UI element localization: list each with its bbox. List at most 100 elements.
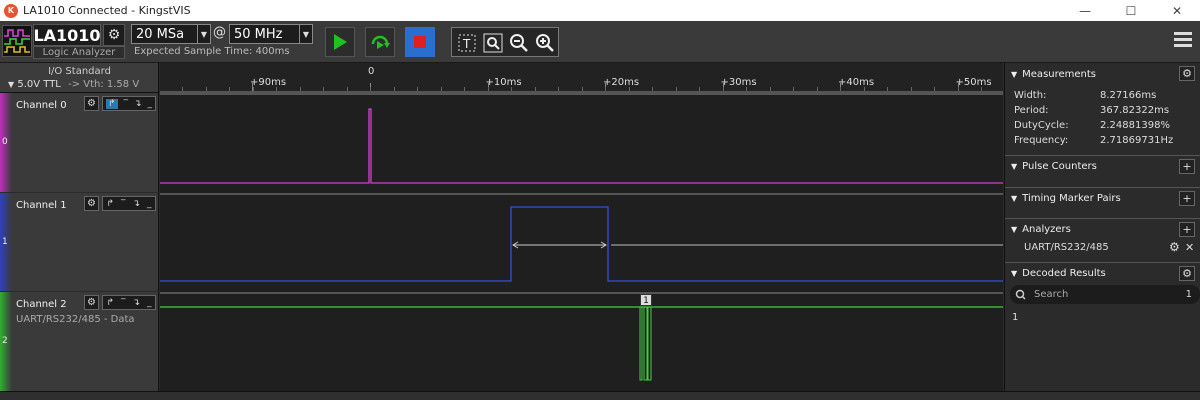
decoded-gear-icon[interactable]: ⚙ bbox=[1179, 266, 1195, 281]
io-voltage-select[interactable]: ▼ 5.0V TTL -> Vth: 1.58 V bbox=[8, 79, 139, 90]
ruler-minor-tick bbox=[534, 87, 536, 91]
timing-markers-header[interactable]: ▼ Timing Marker Pairs + bbox=[1005, 187, 1200, 209]
measurement-label: Width: bbox=[1014, 90, 1047, 101]
sample-depth-select[interactable]: 20 MSa ▼ bbox=[131, 24, 211, 44]
add-icon[interactable]: + bbox=[1179, 159, 1195, 174]
channel-gear-icon[interactable]: ⚙ bbox=[84, 295, 99, 310]
ruler-minor-tick bbox=[299, 87, 301, 91]
ruler-label: +10ms bbox=[485, 77, 522, 88]
menu-hamburger-icon[interactable] bbox=[1174, 32, 1192, 48]
repeat-play-icon bbox=[371, 35, 390, 49]
close-icon[interactable]: ✕ bbox=[1154, 0, 1200, 21]
sample-rate-value: 50 MHz bbox=[234, 26, 283, 42]
minimize-icon[interactable]: — bbox=[1062, 0, 1108, 21]
stop-icon bbox=[414, 36, 426, 48]
analyzer-label: UART/RS232/485 - Data bbox=[16, 314, 135, 325]
text-mode-icon[interactable]: T bbox=[456, 32, 478, 54]
collapse-triangle-icon[interactable]: ▼ bbox=[1011, 70, 1017, 79]
analyzers-header[interactable]: ▼ Analyzers + bbox=[1005, 218, 1200, 240]
ruler-label: +50ms bbox=[955, 77, 992, 88]
analyzer-gear-icon[interactable]: ⚙ bbox=[1169, 240, 1180, 254]
low-level-icon[interactable]: _ bbox=[147, 298, 152, 308]
ruler-minor-tick bbox=[934, 87, 935, 91]
ruler-minor-tick bbox=[393, 87, 395, 91]
search-icon bbox=[1015, 289, 1026, 300]
collapse-triangle-icon[interactable]: ▼ bbox=[1011, 269, 1017, 278]
analyzer-item[interactable]: UART/RS232/485 ⚙ ✕ bbox=[1005, 240, 1200, 258]
ruler-minor-tick bbox=[417, 87, 418, 91]
device-name[interactable]: LA1010 bbox=[33, 24, 101, 46]
device-settings-gear-icon[interactable]: ⚙ bbox=[103, 24, 125, 46]
trigger-selector[interactable]: ↱ ‾ ↴ _ bbox=[102, 295, 156, 310]
horizontal-scrollbar[interactable] bbox=[0, 391, 1200, 400]
falling-edge-icon[interactable]: ↴ bbox=[134, 99, 142, 109]
channel-name: Channel 2 bbox=[16, 299, 67, 310]
rising-edge-icon[interactable]: ↱ bbox=[105, 98, 118, 109]
maximize-icon[interactable]: ☐ bbox=[1108, 0, 1154, 21]
pulse-counters-title: Pulse Counters bbox=[1022, 161, 1097, 172]
repeat-start-button[interactable] bbox=[365, 27, 395, 57]
ruler-minor-tick bbox=[769, 87, 771, 91]
stop-button[interactable] bbox=[405, 27, 435, 57]
channel-index: 1 bbox=[2, 237, 8, 247]
ruler-minor-tick bbox=[370, 87, 371, 91]
high-level-icon[interactable]: ‾ bbox=[121, 298, 126, 308]
low-level-icon[interactable]: _ bbox=[147, 199, 152, 209]
falling-edge-icon[interactable]: ↴ bbox=[132, 199, 140, 209]
zoom-fit-icon[interactable] bbox=[482, 32, 504, 54]
ruler-minor-tick bbox=[722, 87, 724, 91]
zoom-out-icon[interactable] bbox=[508, 32, 530, 54]
collapse-triangle-icon[interactable]: ▼ bbox=[1011, 162, 1017, 171]
ruler-minor-tick bbox=[252, 87, 254, 91]
channel-0-header[interactable]: 0 Channel 0 ⚙ ↱ ‾ ↴ _ bbox=[0, 93, 159, 192]
ruler-minor-tick bbox=[487, 87, 489, 91]
high-level-icon[interactable]: ‾ bbox=[121, 199, 126, 209]
decoded-result-row[interactable]: 1 bbox=[1012, 312, 1018, 323]
ruler-minor-tick bbox=[323, 87, 324, 91]
rising-edge-icon[interactable]: ↱ bbox=[106, 199, 114, 209]
high-level-icon[interactable]: ‾ bbox=[124, 99, 129, 109]
ruler-label: 0 bbox=[368, 66, 375, 77]
ruler-minor-tick bbox=[746, 87, 747, 91]
trigger-selector[interactable]: ↱ ‾ ↴ _ bbox=[102, 196, 156, 211]
channel-1-waveform[interactable] bbox=[160, 193, 1003, 292]
expected-sample-time: Expected Sample Time: 400ms bbox=[134, 46, 290, 57]
add-icon[interactable]: + bbox=[1179, 222, 1195, 237]
ruler-label: +20ms bbox=[603, 77, 640, 88]
channel-1-header[interactable]: 1 Channel 1 ⚙ ↱ ‾ ↴ _ bbox=[0, 193, 159, 291]
channel-2-waveform[interactable]: 1 bbox=[160, 292, 1003, 391]
analyzers-title: Analyzers bbox=[1022, 224, 1071, 235]
io-vth: -> Vth: 1.58 V bbox=[68, 79, 140, 90]
start-button[interactable] bbox=[325, 27, 355, 57]
channel-0-waveform[interactable] bbox=[160, 93, 1003, 193]
time-ruler[interactable]: +90ms 0 +10ms +20ms +30ms +40ms +50ms bbox=[160, 63, 1003, 93]
channel-2-header[interactable]: 2 Channel 2 ⚙ ↱ ‾ ↴ _ UART/RS232/485 - D… bbox=[0, 292, 159, 391]
decoded-results-header[interactable]: ▼ Decoded Results ⚙ bbox=[1005, 262, 1200, 284]
ruler-label: +30ms bbox=[720, 77, 757, 88]
play-icon bbox=[334, 34, 347, 50]
at-symbol: @ bbox=[213, 25, 226, 40]
channel-gear-icon[interactable]: ⚙ bbox=[84, 96, 99, 111]
add-icon[interactable]: + bbox=[1179, 191, 1195, 206]
collapse-triangle-icon[interactable]: ▼ bbox=[1011, 194, 1017, 203]
collapse-triangle-icon[interactable]: ▼ bbox=[1011, 225, 1017, 234]
channel-gear-icon[interactable]: ⚙ bbox=[84, 196, 99, 211]
low-level-icon[interactable]: _ bbox=[147, 99, 152, 109]
falling-edge-icon[interactable]: ↴ bbox=[132, 298, 140, 308]
ruler-minor-tick bbox=[558, 87, 559, 91]
rising-edge-icon[interactable]: ↱ bbox=[106, 298, 114, 308]
analyzer-remove-icon[interactable]: ✕ bbox=[1185, 241, 1194, 254]
decoded-search-input[interactable]: Search 1 bbox=[1010, 285, 1200, 304]
sample-rate-select[interactable]: 50 MHz ▼ bbox=[229, 24, 313, 44]
right-panel: ▼ Measurements ⚙ Width: 8.27166ms Period… bbox=[1004, 63, 1200, 400]
ruler-minor-tick bbox=[440, 87, 442, 91]
ruler-minor-tick bbox=[816, 87, 818, 91]
decoded-data-marker[interactable]: 1 bbox=[640, 294, 652, 306]
chevron-down-icon: ▼ bbox=[299, 25, 312, 43]
measurements-header[interactable]: ▼ Measurements ⚙ bbox=[1005, 63, 1200, 85]
measurements-gear-icon[interactable]: ⚙ bbox=[1179, 66, 1195, 81]
ruler-minor-tick bbox=[605, 87, 606, 91]
trigger-selector[interactable]: ↱ ‾ ↴ _ bbox=[102, 96, 156, 111]
zoom-in-icon[interactable] bbox=[534, 32, 556, 54]
pulse-counters-header[interactable]: ▼ Pulse Counters + bbox=[1005, 155, 1200, 177]
